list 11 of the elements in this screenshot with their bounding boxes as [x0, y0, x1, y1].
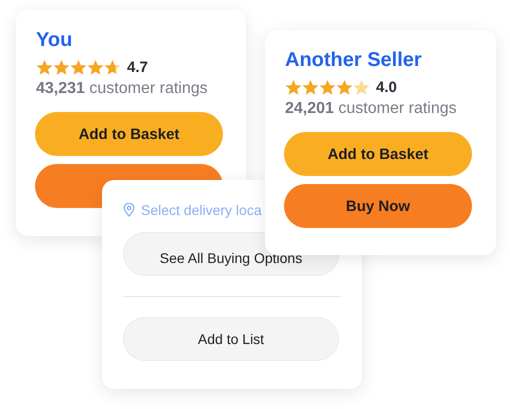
add-to-basket-button[interactable]: Add to Basket [35, 112, 223, 156]
ratings-count: 43,231 customer ratings [36, 80, 209, 98]
location-pin-icon [123, 203, 135, 217]
ratings-count: 24,201 customer ratings [285, 100, 458, 118]
rating-value: 4.0 [376, 79, 397, 96]
seller-name: You [36, 28, 74, 52]
add-to-basket-button[interactable]: Add to Basket [284, 132, 472, 176]
buy-now-button[interactable]: Buy Now [284, 184, 472, 228]
rating-value: 4.7 [127, 59, 148, 76]
add-to-list-button[interactable]: Add to List [123, 317, 339, 361]
seller-name: Another Seller [285, 48, 423, 72]
